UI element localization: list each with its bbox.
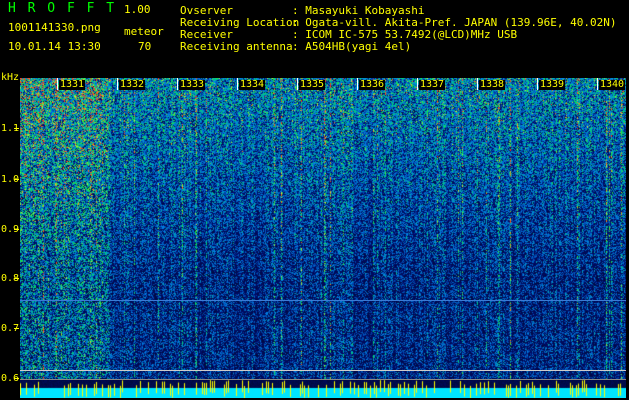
app-version: 1.00: [124, 3, 151, 16]
reference-line: [20, 379, 626, 380]
time-label: 1331: [59, 79, 86, 90]
time-label: 1335: [299, 79, 326, 90]
time-label: 1334: [239, 79, 266, 90]
antenna-label: Receiving antenna: [180, 40, 293, 53]
time-label: 1333: [179, 79, 206, 90]
y-axis-tick: [14, 128, 19, 129]
app-brand: H R O F F T: [8, 1, 117, 16]
hroft-window: H R O F F T 1.00 1001141330.png meteor 1…: [0, 0, 629, 400]
time-label: 1336: [359, 79, 386, 90]
time-tick: [597, 78, 598, 90]
time-label: 1337: [419, 79, 446, 90]
time-tick: [297, 78, 298, 90]
y-axis-tick: [14, 179, 19, 180]
y-axis-tick: [14, 278, 19, 279]
meteor-label: meteor: [124, 25, 164, 38]
time-tick: [57, 78, 58, 90]
time-tick: [477, 78, 478, 90]
spectrogram-canvas: [20, 78, 626, 398]
time-label: 1338: [479, 79, 506, 90]
time-tick: [177, 78, 178, 90]
antenna-value: : A504HB(yagi 4el): [292, 40, 412, 53]
time-tick: [417, 78, 418, 90]
time-tick: [357, 78, 358, 90]
time-label: 1340: [599, 79, 626, 90]
time-tick: [537, 78, 538, 90]
reference-line: [20, 370, 626, 371]
time-tick: [117, 78, 118, 90]
carrier-line: [20, 300, 626, 301]
file-name: 1001141330.png: [8, 21, 101, 34]
time-label: 1339: [539, 79, 566, 90]
axis-unit-label: kHz: [1, 72, 20, 83]
y-axis-tick: [14, 378, 19, 379]
time-tick: [237, 78, 238, 90]
meteor-count: 70: [138, 40, 152, 53]
time-label: 1332: [119, 79, 146, 90]
date-time: 10.01.14 13:30: [8, 40, 101, 53]
spectrogram: 1331 1332 1333 1334 1335 1336 1337 1338 …: [20, 78, 626, 398]
y-axis-tick: [14, 229, 19, 230]
y-axis-tick: [14, 328, 19, 329]
